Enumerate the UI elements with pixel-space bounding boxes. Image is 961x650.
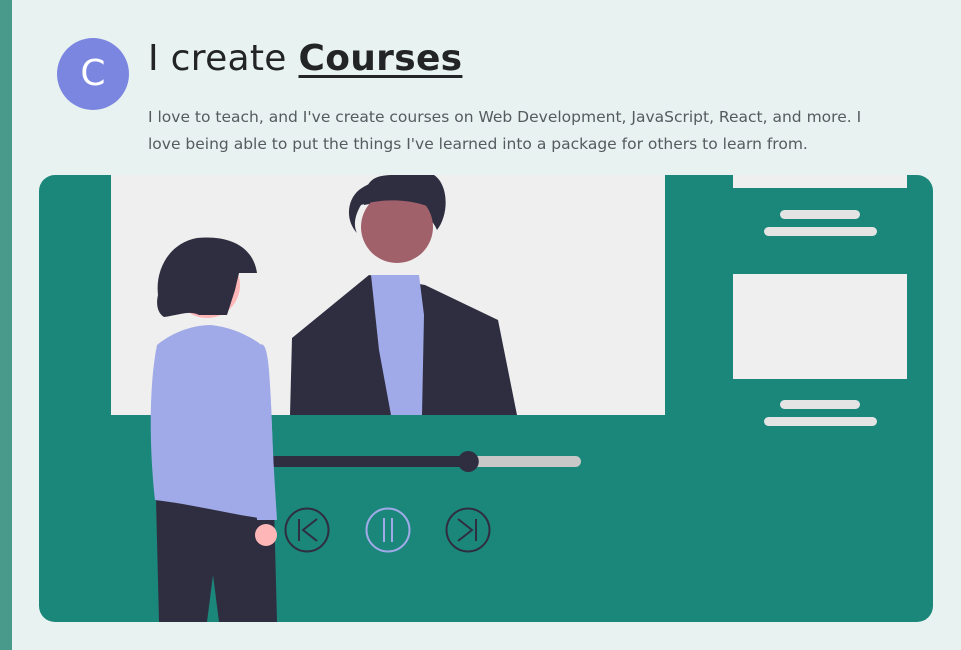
heading-prefix: I create bbox=[148, 38, 287, 79]
thumbnail-line bbox=[764, 417, 877, 426]
previous-icon[interactable] bbox=[284, 507, 330, 553]
pause-icon[interactable] bbox=[365, 507, 411, 553]
section-heading: I create Courses bbox=[148, 38, 462, 79]
progress-knob[interactable] bbox=[457, 451, 479, 472]
thumbnail-line bbox=[764, 227, 877, 236]
thumbnail-top bbox=[733, 175, 907, 188]
left-accent-bar bbox=[0, 0, 12, 650]
thumbnail-middle bbox=[733, 274, 907, 379]
courses-section: C I create Courses I love to teach, and … bbox=[0, 0, 961, 650]
heading-emphasis: Courses bbox=[298, 38, 463, 79]
thumbnail-line bbox=[780, 400, 860, 409]
progress-fill bbox=[259, 456, 469, 467]
section-letter-badge: C bbox=[57, 38, 129, 110]
courses-illustration bbox=[39, 175, 933, 622]
thumbnail-line bbox=[780, 210, 860, 219]
illustration-svg bbox=[111, 175, 907, 622]
section-description: I love to teach, and I've create courses… bbox=[148, 108, 862, 153]
next-icon[interactable] bbox=[445, 507, 491, 553]
